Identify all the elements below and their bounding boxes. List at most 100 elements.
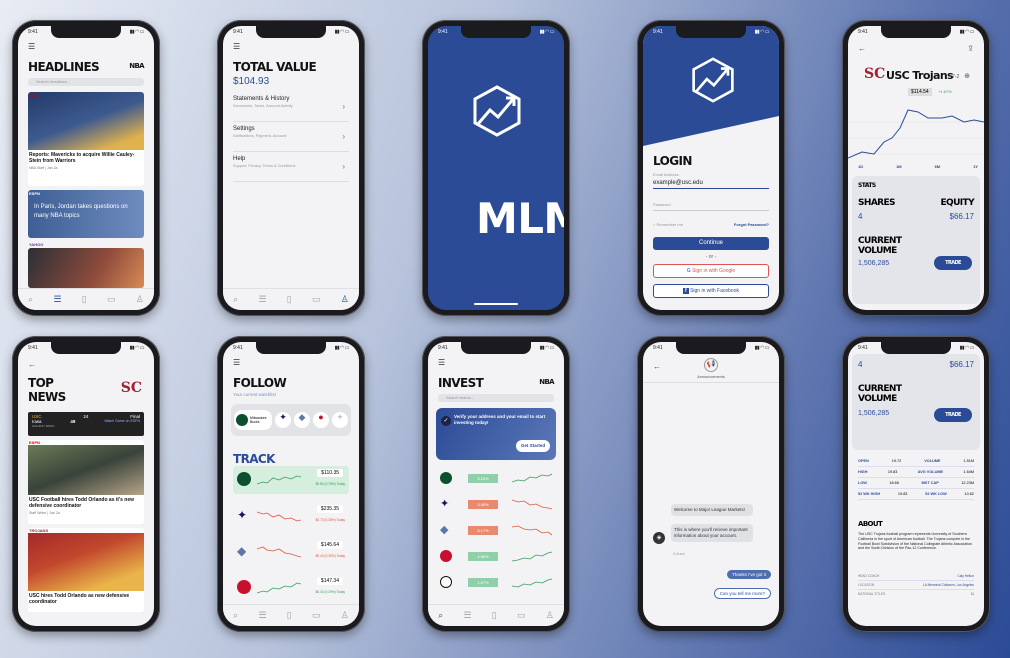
banner-text: Verify your address and your email to st…	[454, 414, 546, 425]
list-icon[interactable]: ☰	[258, 294, 266, 305]
search-icon[interactable]: ⌕	[233, 294, 238, 305]
chat-icon[interactable]: ▭	[312, 610, 321, 621]
reply-bubble-2[interactable]: Can you tell me more?	[713, 588, 771, 599]
chat-icon[interactable]: ▭	[312, 294, 321, 305]
user-icon[interactable]: ♙	[136, 294, 144, 305]
sparkline	[512, 578, 552, 588]
search-icon[interactable]: ⌕	[438, 610, 443, 621]
invest-row-2[interactable]: ✦ 3.45%	[438, 494, 554, 516]
continue-button[interactable]: Continue	[653, 237, 769, 250]
track-row-2[interactable]: ✦ $235.35 $0.73 (0.35%) Today	[233, 502, 349, 530]
email-field[interactable]: example@usc.edu	[653, 180, 769, 189]
track-row-4[interactable]: $147.34 $0.43 (0.29%) Today	[233, 574, 349, 602]
share-icon[interactable]: ⇪	[967, 44, 974, 53]
stats-row: LOW 18.66 MKT CAP 12.23M	[858, 478, 974, 489]
list-icon[interactable]: ☰	[258, 610, 266, 621]
menu-statements[interactable]: Statements & History Documents, Taxes, A…	[233, 96, 349, 122]
track-row-1[interactable]: $110.35 $0.84 (0.76%) Today	[233, 466, 349, 494]
tab-1y[interactable]: 1Y	[973, 164, 978, 169]
user-icon[interactable]: ♙	[341, 610, 349, 621]
stat-key: 52 WK HIGH	[858, 492, 881, 496]
bookmark-icon[interactable]: ▯	[287, 294, 292, 305]
google-signin-button[interactable]: G Sign in with Google	[653, 264, 769, 278]
status-time: 9:41	[438, 345, 448, 351]
about-text: The USC Trojans football program represe…	[858, 532, 972, 551]
chat-icon[interactable]: ▭	[107, 294, 116, 305]
nba-logo: NBA	[539, 378, 554, 386]
tab-1d[interactable]: 1D	[858, 164, 863, 169]
article-card-2[interactable]: TROJANS USC hires Todd Orlando as new de…	[28, 528, 144, 612]
score-watch-link[interactable]: Watch Game on ESPN	[104, 419, 140, 424]
status-time: 9:41	[28, 345, 38, 351]
bookmark-icon[interactable]: ▯	[82, 294, 87, 305]
invest-row-1[interactable]: 5.15%	[438, 468, 554, 490]
remember-label: Remember me	[656, 222, 683, 227]
hornets-icon[interactable]: ✦	[275, 412, 291, 428]
hamburger-menu-icon[interactable]: ☰	[28, 42, 35, 51]
hamburger-menu-icon[interactable]: ☰	[233, 42, 240, 51]
stat-key: MKT CAP	[921, 481, 939, 485]
menu-settings[interactable]: Settings Notifications, Payment, Account…	[233, 126, 349, 152]
phone-team: 9:41 ▮▮ ◠ ▭ ← ⇪ SC USC Trojans 7-2 ⊕ $114…	[842, 20, 990, 316]
hamburger-menu-icon[interactable]: ☰	[438, 358, 445, 367]
trade-button[interactable]: TRADE	[934, 408, 972, 422]
row-price: $235.35	[316, 505, 343, 513]
team-price: $114.54	[908, 88, 932, 96]
search-icon[interactable]: ⌕	[233, 610, 238, 621]
search-input[interactable]: Search teams...	[438, 394, 554, 402]
team-name: USC Trojans	[886, 69, 954, 82]
menu-help[interactable]: Help Support, Privacy, Terms & Condition…	[233, 156, 349, 182]
article-caption: Reports: Mavericks to acquire Willie Cau…	[29, 152, 135, 164]
follow-add-icon[interactable]: ⊕	[964, 72, 970, 80]
search-icon[interactable]: ⌕	[28, 294, 33, 305]
track-row-3[interactable]: ◆ $145.64 $0.43 (0.30%) Today	[233, 538, 349, 566]
tab-1m[interactable]: 1M	[896, 164, 902, 169]
volume-label-line1: CURRENT	[858, 236, 902, 246]
source-label: YAHOO	[29, 242, 44, 247]
bookmark-icon[interactable]: ▯	[492, 610, 497, 621]
notch	[676, 342, 746, 354]
message-time: 9:41am	[673, 552, 685, 556]
list-icon[interactable]: ☰	[53, 294, 61, 305]
password-field[interactable]: Password	[653, 202, 769, 211]
total-amount: $104.93	[233, 76, 270, 87]
range-tabs: 1D 1M 6M 1Y	[858, 164, 978, 169]
chat-icon[interactable]: ▭	[517, 610, 526, 621]
hamburger-menu-icon[interactable]: ☰	[233, 358, 240, 367]
brand-name: MLM	[476, 194, 564, 243]
notch	[51, 342, 121, 354]
facebook-signin-button[interactable]: f Sign in with Facebook	[653, 284, 769, 298]
chevron-right-icon: ›	[342, 102, 345, 111]
list-icon[interactable]: ☰	[463, 610, 471, 621]
add-team-icon[interactable]: +	[332, 412, 348, 428]
grizzlies-icon[interactable]: ◆	[294, 412, 310, 428]
article-image	[28, 533, 144, 591]
get-started-button[interactable]: Get Started	[516, 440, 550, 452]
user-icon[interactable]: ♙	[546, 610, 554, 621]
verify-banner: ✓ Verify your address and your email to …	[436, 408, 556, 460]
invest-row-5[interactable]: 1.67%	[438, 572, 554, 594]
back-arrow-icon[interactable]: ←	[653, 362, 661, 371]
invest-row-4[interactable]: 4.56%	[438, 546, 554, 568]
invest-row-3[interactable]: ◆ 8.17%	[438, 520, 554, 542]
remember-checkbox[interactable]: ○ Remember me	[653, 222, 683, 227]
article-card-1[interactable]: ESPN Reports: Mavericks to acquire Willi…	[28, 92, 144, 186]
screen-total-value: 9:41 ▮▮ ◠ ▭ ☰ TOTAL VALUE $104.93 Stateme…	[223, 26, 359, 310]
article-card-1[interactable]: ESPN USC Football hires Todd Orlando as …	[28, 440, 144, 524]
back-arrow-icon[interactable]: ←	[28, 360, 36, 369]
google-icon: G	[686, 268, 691, 274]
trade-button[interactable]: TRADE	[934, 256, 972, 270]
bookmark-icon[interactable]: ▯	[287, 610, 292, 621]
tab-6m[interactable]: 6M	[935, 164, 941, 169]
article-card-2[interactable]: ESPN In Paris, Jordan takes questions on…	[28, 190, 144, 238]
user-icon[interactable]: ♙	[341, 294, 349, 305]
score-card[interactable]: USC 24 Final Iowa 49 Watch Game on ESPN HOLI…	[28, 412, 144, 436]
article-card-3[interactable]	[28, 248, 144, 288]
pistons-icon[interactable]: ●	[313, 412, 329, 428]
forgot-password-link[interactable]: Forgot Password?	[734, 222, 769, 227]
reply-bubble-1[interactable]: Thanks I've got it	[727, 570, 771, 579]
search-input[interactable]: Search headlines...	[28, 78, 144, 86]
back-arrow-icon[interactable]: ←	[858, 44, 866, 53]
row-price: $147.34	[316, 577, 343, 585]
watchlist-chip-bucks[interactable]: Milwaukee Bucks	[234, 410, 272, 430]
